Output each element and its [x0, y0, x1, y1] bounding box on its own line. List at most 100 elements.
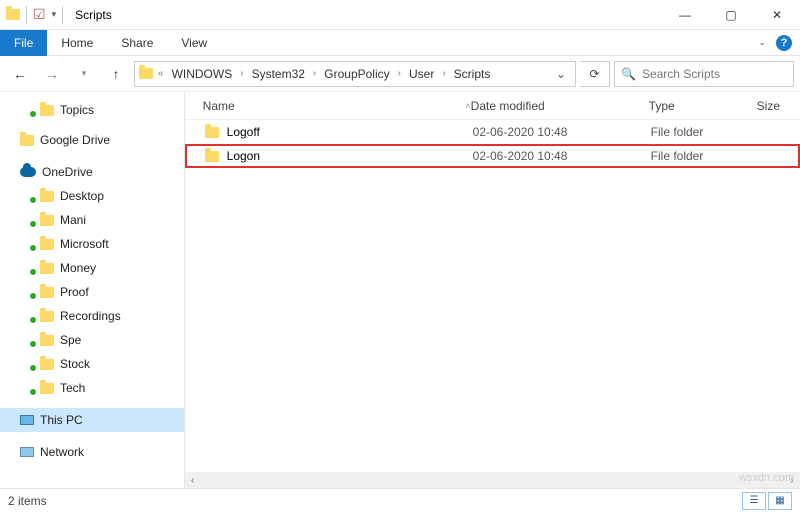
tree-item[interactable]: Tech: [0, 376, 184, 400]
tree-item-topics[interactable]: Topics: [0, 98, 184, 122]
crumb[interactable]: Scripts: [451, 67, 494, 81]
qat-dropdown-icon[interactable]: ▾: [52, 9, 57, 20]
tree-label: Spe: [60, 333, 81, 347]
folder-icon[interactable]: [6, 9, 20, 20]
folder-icon: [40, 383, 54, 394]
up-button[interactable]: ↑: [102, 60, 130, 88]
tab-view[interactable]: View: [167, 30, 221, 56]
tree-label: Microsoft: [60, 237, 109, 251]
tree-item-network[interactable]: Network: [0, 440, 184, 464]
file-type: File folder: [651, 149, 759, 163]
tree-item[interactable]: Recordings: [0, 304, 184, 328]
crumb[interactable]: WINDOWS: [169, 67, 236, 81]
sync-ok-icon: [30, 221, 36, 227]
crumb[interactable]: GroupPolicy: [321, 67, 392, 81]
horizontal-scrollbar[interactable]: ‹ ›: [185, 472, 800, 488]
separator: [26, 6, 27, 24]
tree-item[interactable]: Proof: [0, 280, 184, 304]
folder-icon: [205, 151, 219, 162]
tree-item[interactable]: Spe: [0, 328, 184, 352]
chevron-left-icon[interactable]: «: [155, 68, 167, 79]
folder-icon: [40, 359, 54, 370]
folder-icon: [40, 287, 54, 298]
main: Topics Google Drive OneDrive Desktop Man…: [0, 92, 800, 488]
details-view-button[interactable]: ☰: [742, 492, 766, 510]
sync-ok-icon: [30, 245, 36, 251]
column-date[interactable]: Date modified: [471, 99, 649, 113]
tree-item[interactable]: Money: [0, 256, 184, 280]
search-input[interactable]: 🔍 Search Scripts: [614, 61, 794, 87]
back-button[interactable]: ←: [6, 60, 34, 88]
properties-icon[interactable]: ☑: [33, 6, 46, 23]
tree-item[interactable]: Stock: [0, 352, 184, 376]
table-row[interactable]: Logoff 02-06-2020 10:48 File folder: [185, 120, 800, 144]
network-icon: [20, 447, 34, 457]
scroll-left-icon[interactable]: ‹: [185, 475, 201, 486]
help-icon[interactable]: ?: [776, 35, 792, 51]
folder-icon: [20, 135, 34, 146]
ribbon-collapse-icon[interactable]: ⌄: [758, 37, 766, 48]
window-controls: ― ▢ ✕: [662, 0, 800, 30]
tree-label: Mani: [60, 213, 86, 227]
tree-item-this-pc[interactable]: This PC: [0, 408, 184, 432]
forward-button[interactable]: →: [38, 60, 66, 88]
tree-label: Desktop: [60, 189, 104, 203]
folder-icon: [40, 191, 54, 202]
status-text: 2 items: [8, 494, 47, 508]
search-placeholder: Search Scripts: [642, 67, 720, 81]
watermark: wsxdn.com: [739, 472, 794, 484]
navigation-pane[interactable]: Topics Google Drive OneDrive Desktop Man…: [0, 92, 185, 488]
quick-access-toolbar: ☑ ▾: [0, 6, 69, 24]
minimize-button[interactable]: ―: [662, 0, 708, 30]
chevron-right-icon: ›: [310, 68, 319, 79]
crumb[interactable]: User: [406, 67, 437, 81]
chevron-right-icon: ›: [237, 68, 246, 79]
onedrive-icon: [20, 167, 36, 177]
tree-item-google-drive[interactable]: Google Drive: [0, 128, 184, 152]
folder-icon: [40, 335, 54, 346]
tab-home[interactable]: Home: [47, 30, 107, 56]
tab-share[interactable]: Share: [107, 30, 167, 56]
file-date: 02-06-2020 10:48: [473, 125, 651, 139]
table-row-highlighted[interactable]: Logon 02-06-2020 10:48 File folder: [185, 144, 800, 168]
maximize-button[interactable]: ▢: [708, 0, 754, 30]
ribbon-tabs: File Home Share View ⌄ ?: [0, 30, 800, 56]
tree-label: Recordings: [60, 309, 121, 323]
window-title: Scripts: [69, 8, 662, 22]
refresh-button[interactable]: ⟳: [580, 61, 610, 87]
tree-item-onedrive[interactable]: OneDrive: [0, 160, 184, 184]
close-button[interactable]: ✕: [754, 0, 800, 30]
folder-icon: [40, 239, 54, 250]
tree-label: OneDrive: [42, 165, 93, 179]
address-bar[interactable]: « WINDOWS › System32 › GroupPolicy › Use…: [134, 61, 576, 87]
sync-ok-icon: [30, 389, 36, 395]
sync-ok-icon: [30, 317, 36, 323]
address-dropdown-icon[interactable]: ⌄: [551, 67, 571, 81]
tab-file[interactable]: File: [0, 30, 47, 56]
file-name: Logon: [227, 149, 260, 163]
sync-ok-icon: [30, 293, 36, 299]
pc-icon: [20, 415, 34, 425]
column-name[interactable]: Name˄: [203, 99, 471, 113]
column-headers: Name˄ Date modified Type Size: [185, 92, 800, 120]
tree-item[interactable]: Mani: [0, 208, 184, 232]
file-date: 02-06-2020 10:48: [473, 149, 651, 163]
tree-label: Proof: [60, 285, 89, 299]
folder-icon: [40, 311, 54, 322]
titlebar: ☑ ▾ Scripts ― ▢ ✕: [0, 0, 800, 30]
column-type[interactable]: Type: [649, 99, 757, 113]
folder-icon: [40, 105, 54, 116]
tree-item[interactable]: Microsoft: [0, 232, 184, 256]
crumb[interactable]: System32: [249, 67, 308, 81]
address-row: ← → ▾ ↑ « WINDOWS › System32 › GroupPoli…: [0, 56, 800, 92]
tree-item[interactable]: Desktop: [0, 184, 184, 208]
recent-locations-icon[interactable]: ▾: [70, 60, 98, 88]
tree-label: Google Drive: [40, 133, 110, 147]
tree-label: Money: [60, 261, 96, 275]
icons-view-button[interactable]: ▦: [768, 492, 792, 510]
column-size[interactable]: Size: [757, 99, 800, 113]
folder-icon: [40, 263, 54, 274]
sync-ok-icon: [30, 197, 36, 203]
file-type: File folder: [651, 125, 759, 139]
sync-ok-icon: [30, 111, 36, 117]
